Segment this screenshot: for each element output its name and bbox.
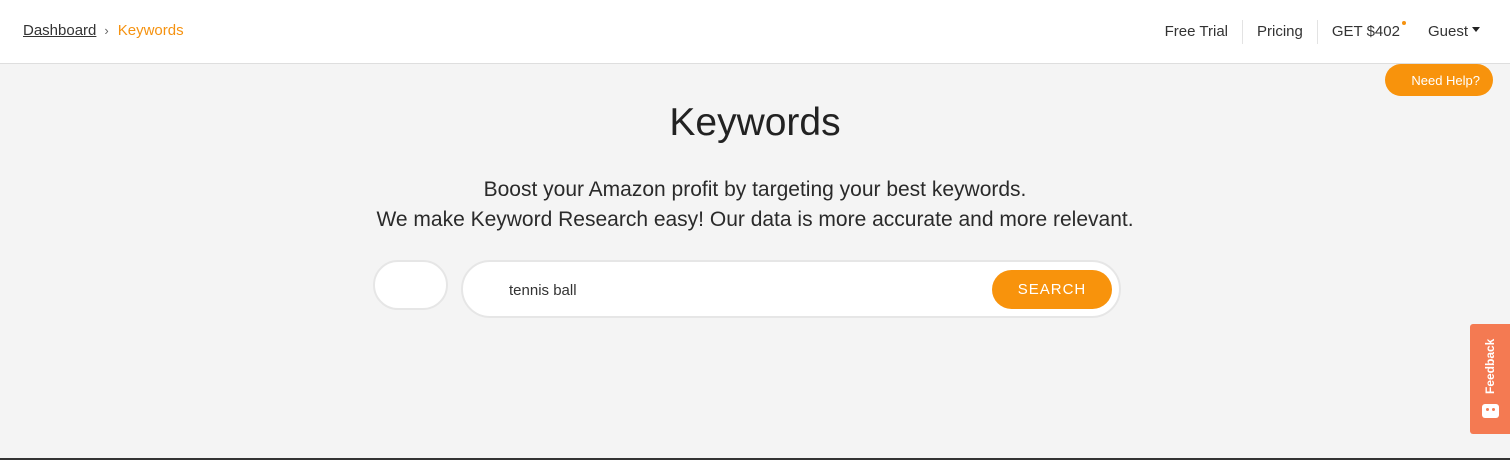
page-subtitle-line2: We make Keyword Research easy! Our data … (376, 208, 1134, 231)
breadcrumb-dashboard-link[interactable]: Dashboard (23, 22, 96, 39)
nav-guest-label: Guest (1427, 23, 1468, 40)
caret-down-icon (1472, 26, 1480, 32)
nav-get-offer-label: GET $402 (1331, 23, 1400, 40)
feedback-tab[interactable]: Feedback (1470, 324, 1510, 434)
keyword-search-input[interactable] (509, 279, 979, 301)
breadcrumb-current: Keywords (117, 22, 184, 39)
top-navbar: Dashboard › Keywords Free Trial Pricing … (0, 0, 1510, 64)
feedback-face-icon (1482, 404, 1499, 418)
nav-get-offer-link[interactable]: GET $402 (1318, 20, 1414, 44)
top-nav-menu: Free Trial Pricing GET $402 Guest (1151, 20, 1480, 44)
marketplace-selector[interactable] (373, 260, 448, 310)
breadcrumb-separator-icon: › (104, 23, 109, 38)
page-title: Keywords (669, 101, 841, 144)
notification-dot-icon (1401, 21, 1406, 25)
nav-guest-dropdown[interactable]: Guest (1414, 20, 1480, 44)
feedback-label: Feedback (1483, 338, 1497, 394)
search-box: SEARCH (461, 260, 1121, 318)
search-button[interactable]: SEARCH (992, 270, 1112, 309)
need-help-button[interactable]: Need Help? (1385, 64, 1493, 96)
nav-free-trial-link[interactable]: Free Trial (1151, 20, 1243, 44)
nav-pricing-link[interactable]: Pricing (1243, 20, 1318, 44)
breadcrumb: Dashboard › Keywords (23, 22, 184, 39)
page-subtitle-line1: Boost your Amazon profit by targeting yo… (483, 178, 1027, 201)
